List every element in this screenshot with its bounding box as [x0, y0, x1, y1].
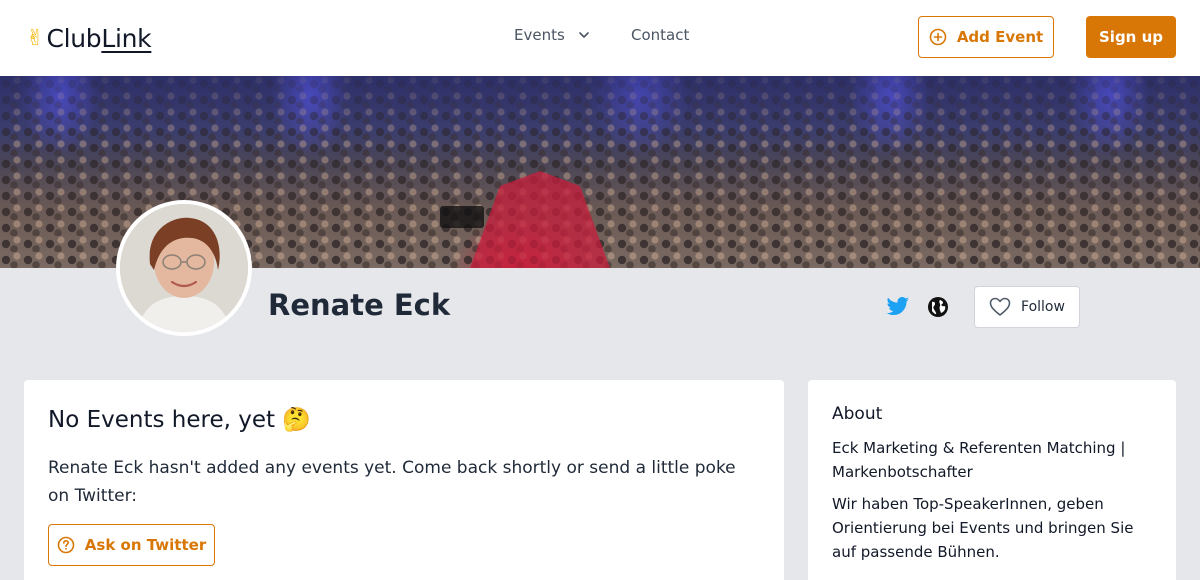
chevron-down-icon — [578, 32, 589, 38]
clublink-logo[interactable]: ✌ ClubLink — [26, 22, 152, 54]
about-tagline: Eck Marketing & Referenten Matching | Ma… — [832, 439, 1126, 481]
add-event-label: Add Event — [956, 28, 1044, 46]
add-event-button[interactable]: Add Event — [918, 16, 1054, 58]
nav-contact-link[interactable]: Contact — [631, 26, 689, 44]
nav-events-label: Events — [514, 26, 565, 44]
ask-on-twitter-label: Ask on Twitter — [84, 536, 207, 554]
plus-circle-icon — [929, 28, 947, 46]
events-card: No Events here, yet 🤔 Renate Eck hasn't … — [24, 380, 784, 580]
ask-on-twitter-button[interactable]: Ask on Twitter — [48, 524, 215, 566]
nav-events-dropdown[interactable]: Events — [514, 26, 591, 44]
profile-name: Renate Eck — [268, 288, 451, 322]
follow-label: Follow — [1021, 299, 1065, 315]
follow-button[interactable]: Follow — [974, 286, 1080, 328]
logo-text: ClubLink — [46, 23, 152, 53]
about-title: About — [832, 404, 883, 424]
sign-up-button[interactable]: Sign up — [1086, 16, 1176, 58]
victory-hand-icon: ✌ — [26, 25, 45, 51]
twitter-icon[interactable] — [886, 296, 910, 318]
events-card-message: Renate Eck hasn't added any events yet. … — [48, 458, 736, 506]
portrait-image — [120, 204, 248, 332]
site-header: ✌ ClubLink Events Contact Add Event Sign… — [0, 0, 1200, 76]
heart-icon — [989, 297, 1011, 316]
question-circle-icon — [57, 536, 75, 554]
events-card-title: No Events here, yet 🤔 — [48, 407, 311, 433]
about-description: Wir haben Top-SpeakerInnen, geben Orient… — [832, 495, 1134, 561]
profile-avatar — [116, 200, 252, 336]
about-card: About Eck Marketing & Referenten Matchin… — [808, 380, 1176, 580]
globe-icon[interactable] — [927, 296, 949, 318]
